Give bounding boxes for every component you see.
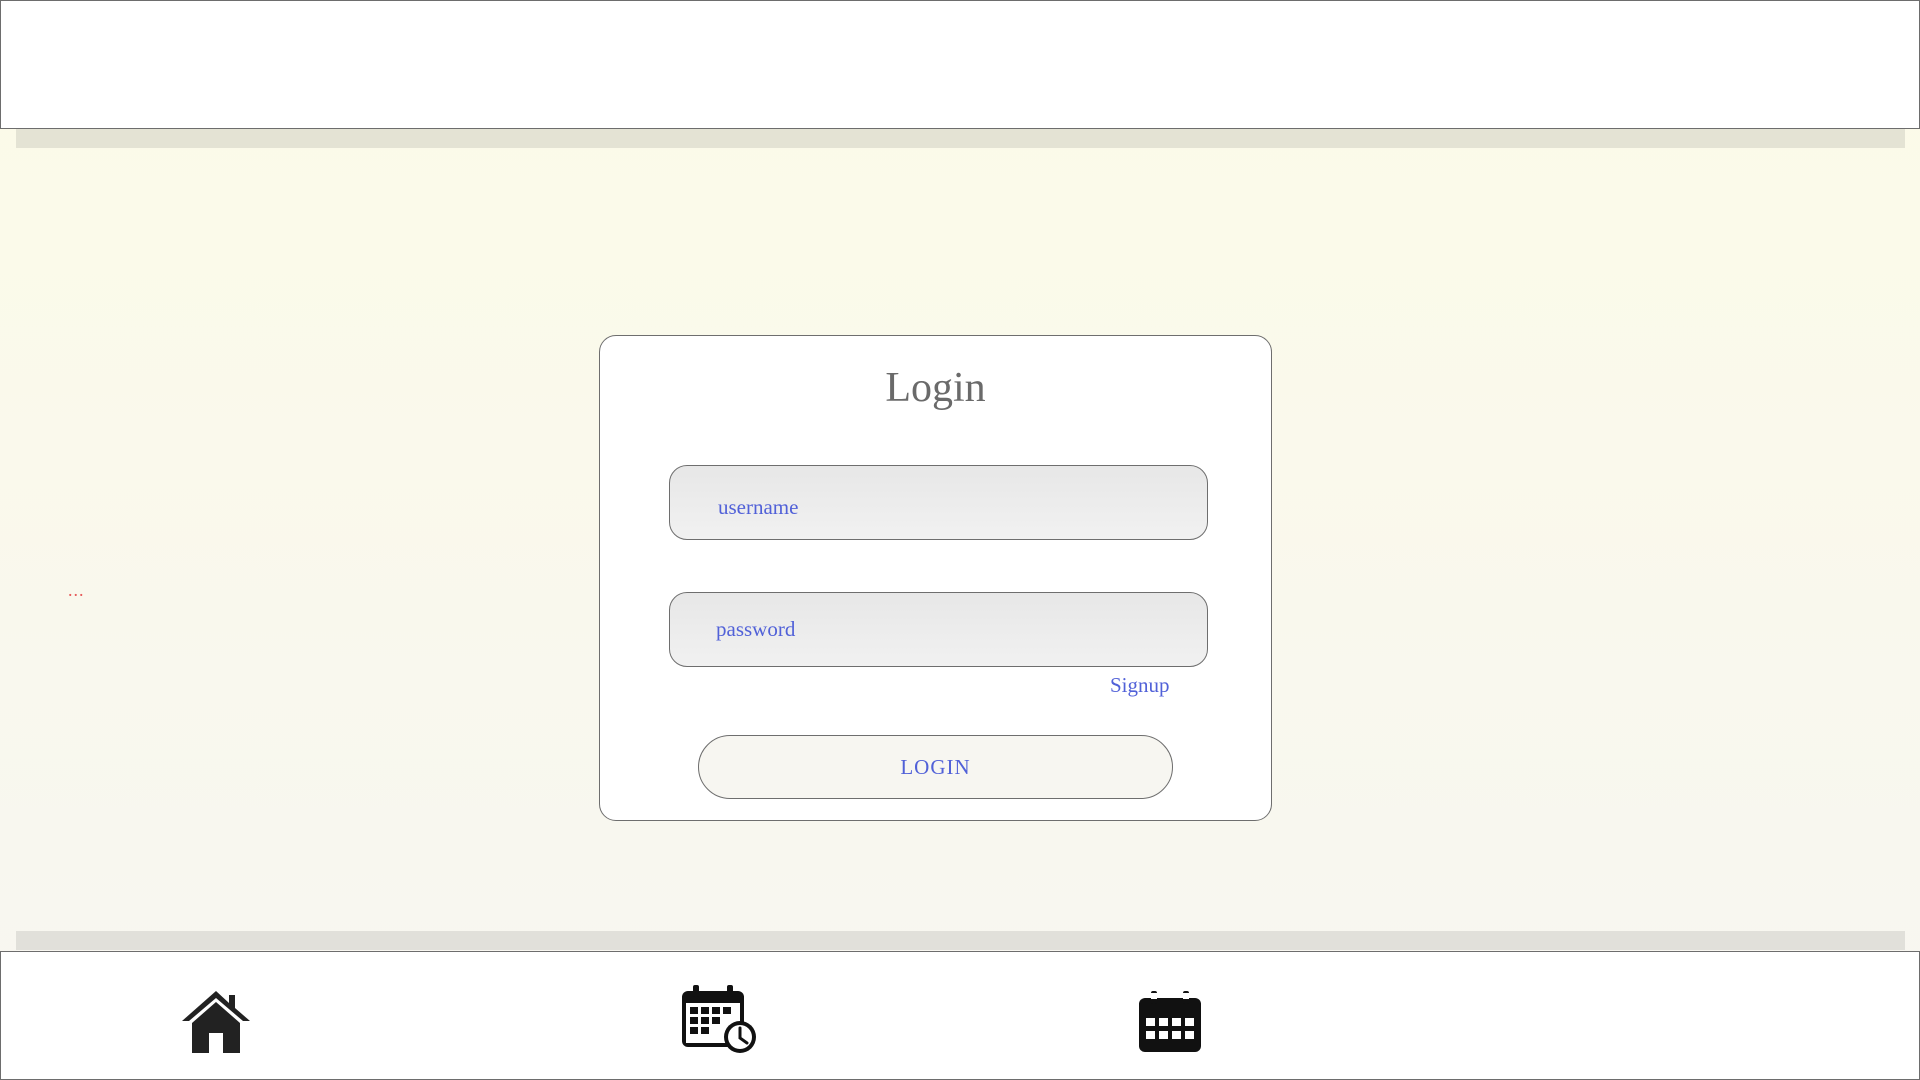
footer-divider-band [16, 931, 1905, 950]
nav-home-button[interactable] [180, 989, 252, 1055]
calendar-icon [1139, 991, 1201, 1052]
home-icon [182, 991, 250, 1053]
calendar-clock-icon [682, 985, 756, 1053]
nav-schedule-button[interactable] [680, 983, 758, 1055]
login-button[interactable]: LOGIN [698, 735, 1173, 799]
password-input[interactable] [669, 592, 1208, 667]
bottom-nav-bar [0, 951, 1920, 1080]
nav-calendar-button[interactable] [1137, 990, 1203, 1054]
login-card: Login Signup LOGIN [599, 335, 1272, 821]
signup-link[interactable]: Signup [1110, 673, 1170, 698]
side-ellipsis-indicator: ... [68, 580, 85, 600]
header-divider-band [16, 129, 1905, 148]
login-title: Login [885, 365, 986, 411]
top-header-bar [0, 0, 1920, 129]
username-input[interactable] [669, 465, 1208, 540]
